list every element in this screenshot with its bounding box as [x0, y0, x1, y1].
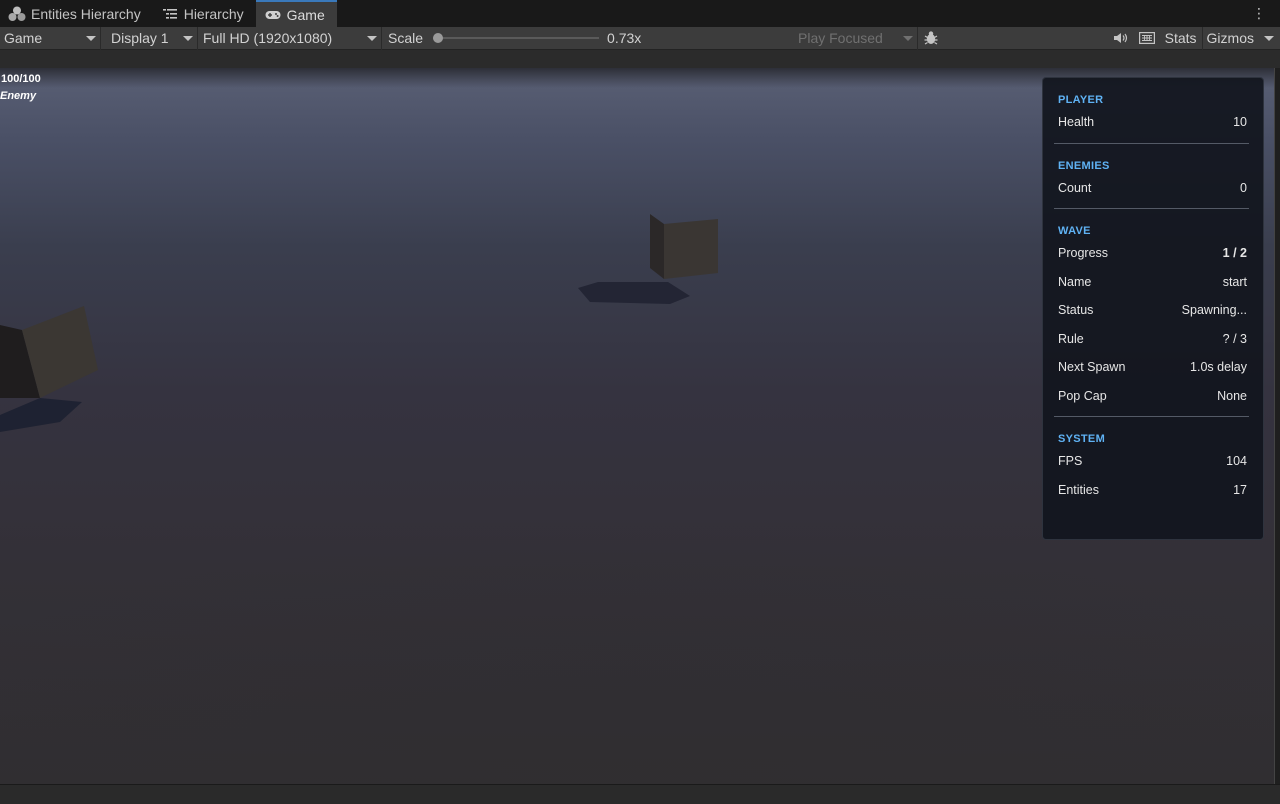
stat-label: Name — [1058, 274, 1092, 289]
system-entities-row: Entities 17 — [1058, 476, 1247, 505]
wave-name-row: Name start — [1058, 268, 1247, 297]
stat-label: Count — [1058, 180, 1092, 195]
wave-pop-cap-row: Pop Cap None — [1058, 382, 1247, 411]
divider — [1054, 416, 1249, 417]
scale-slider-track — [433, 37, 600, 39]
entities-icon — [8, 6, 26, 22]
tab-entities-hierarchy[interactable]: Entities Hierarchy — [0, 0, 153, 27]
gizmos-dropdown[interactable]: Gizmos — [1201, 26, 1280, 50]
tab-label: Game — [286, 6, 325, 23]
game-view-subbar — [0, 50, 1280, 68]
debug-stats-panel: PLAYER Health 10 ENEMIES Count 0 WAVE Pr… — [1042, 77, 1264, 540]
stat-label: Status — [1058, 303, 1094, 318]
system-section-title: SYSTEM — [1058, 433, 1106, 445]
chevron-down-icon — [183, 35, 193, 41]
stat-value: None — [1217, 388, 1247, 403]
more-options-icon[interactable]: ⋮ — [1252, 4, 1266, 22]
display-dropdown[interactable]: Display 1 — [101, 26, 198, 50]
cube-shadow — [578, 282, 690, 304]
viewport-edge — [1274, 68, 1280, 784]
scale-slider[interactable] — [433, 30, 600, 46]
chevron-down-icon — [86, 35, 96, 41]
player-health-row: Health 10 — [1058, 108, 1247, 137]
enemies-count-row: Count 0 — [1058, 174, 1247, 203]
stat-value: 1.0s delay — [1190, 360, 1247, 375]
tab-label: Entities Hierarchy — [31, 5, 141, 22]
bug-icon[interactable] — [918, 27, 944, 50]
stat-value: 0 — [1240, 180, 1247, 195]
gamepad-icon — [264, 7, 282, 23]
stat-value: 10 — [1233, 115, 1247, 130]
stat-label: Health — [1058, 115, 1095, 130]
resolution-dropdown[interactable]: Full HD (1920x1080) — [198, 26, 382, 50]
stat-label: Pop Cap — [1058, 388, 1107, 403]
cube-side — [650, 214, 664, 279]
chevron-down-icon — [367, 35, 377, 41]
tab-label: Hierarchy — [183, 5, 244, 22]
stat-label: FPS — [1058, 454, 1083, 469]
display-value: Display 1 — [111, 30, 169, 46]
stat-value: start — [1222, 274, 1247, 289]
view-type-dropdown[interactable]: Game — [0, 26, 101, 50]
stats-button[interactable]: Stats — [1160, 27, 1202, 50]
tab-game[interactable]: Game — [255, 0, 337, 27]
game-view-toolbar: Game Display 1 Full HD (1920x1080) Scale… — [0, 26, 1280, 50]
stat-label: Entities — [1058, 482, 1099, 497]
stat-label: Rule — [1058, 331, 1084, 346]
resolution-value: Full HD (1920x1080) — [203, 30, 333, 46]
stat-value: 104 — [1226, 454, 1247, 469]
wave-progress-row: Progress 1 / 2 — [1058, 239, 1247, 268]
enemy-health-label: 100/100 — [1, 73, 41, 85]
gizmos-label: Gizmos — [1206, 30, 1254, 46]
stat-label: Next Spawn — [1058, 360, 1126, 375]
stat-value: 17 — [1233, 482, 1247, 497]
scale-control: Scale 0.73x — [382, 27, 792, 50]
chevron-down-icon — [1264, 35, 1274, 41]
scale-value: 0.73x — [607, 30, 642, 46]
wave-next-spawn-row: Next Spawn 1.0s delay — [1058, 353, 1247, 382]
scale-slider-handle[interactable] — [433, 33, 444, 43]
wave-status-row: Status Spawning... — [1058, 296, 1247, 325]
divider — [1054, 208, 1249, 209]
view-type-value: Game — [4, 30, 43, 46]
system-fps-row: FPS 104 — [1058, 447, 1247, 476]
stat-value: ? / 3 — [1222, 331, 1247, 346]
play-mode-dropdown[interactable]: Play Focused — [792, 26, 918, 50]
status-bar — [0, 784, 1280, 804]
tab-hierarchy[interactable]: Hierarchy — [153, 0, 256, 27]
chevron-down-icon — [903, 35, 913, 41]
scale-label: Scale — [388, 30, 424, 46]
wave-rule-row: Rule ? / 3 — [1058, 325, 1247, 354]
stat-value: 1 / 2 — [1222, 246, 1247, 261]
hierarchy-list-icon — [161, 6, 179, 22]
audio-speaker-icon[interactable] — [1108, 27, 1134, 50]
play-mode-value: Play Focused — [798, 30, 883, 46]
divider — [1054, 142, 1249, 144]
editor-tab-bar: Entities Hierarchy Hierarchy Game ⋮ — [0, 0, 1280, 27]
cube-face — [664, 219, 718, 279]
enemy-name-label: Enemy — [0, 90, 37, 102]
wave-section-title: WAVE — [1058, 225, 1091, 237]
player-section-title: PLAYER — [1058, 94, 1104, 106]
stat-value: Spawning... — [1181, 303, 1247, 318]
enemies-section-title: ENEMIES — [1058, 159, 1110, 172]
stat-label: Progress — [1058, 246, 1109, 261]
keyboard-icon[interactable] — [1134, 27, 1160, 50]
